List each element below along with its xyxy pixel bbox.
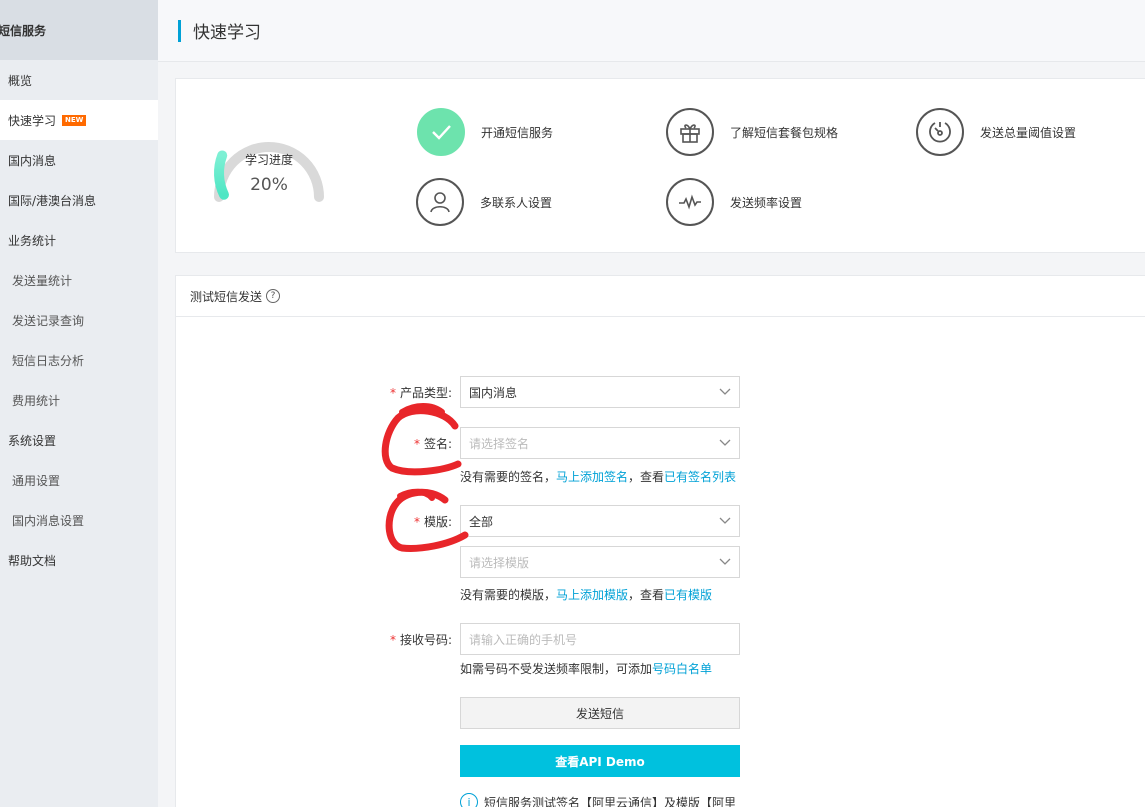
sidebar-item-domestic[interactable]: 国内消息 — [0, 140, 158, 180]
help-icon[interactable]: ? — [266, 289, 281, 303]
user-icon — [416, 178, 464, 226]
step-label: 发送频率设置 — [730, 195, 803, 210]
template-placeholder: 请选择模版 — [469, 555, 530, 570]
template-label: * 模版: — [413, 515, 452, 529]
title-accent-bar — [178, 19, 181, 42]
sidebar-nav: 概览 快速学习 NEW 国内消息 国际/港澳台消息 业务统计 发送量统计 发送记录… — [0, 60, 158, 580]
check-icon — [417, 108, 465, 156]
product-type-label: * 产品类型: — [389, 386, 452, 400]
sidebar-item-quick-learn[interactable]: 快速学习 NEW — [0, 100, 158, 140]
sidebar-item-help-docs[interactable]: 帮助文档 — [0, 540, 158, 580]
sidebar-item-system-settings[interactable]: 系统设置 — [0, 420, 158, 460]
sidebar-item-label: 国际/港澳台消息 — [8, 193, 97, 208]
panel-title-text: 测试短信发送 — [190, 289, 263, 304]
signature-list-link[interactable]: 已有签名列表 — [664, 470, 736, 484]
info-icon: i — [460, 793, 478, 807]
sidebar-item-send-volume[interactable]: 发送量统计 — [0, 260, 158, 300]
sidebar-item-label: 国内消息 — [8, 153, 57, 168]
panel-title: 测试短信发送 ? — [176, 276, 1145, 317]
progress-gauge: 学习进度 20% — [209, 123, 329, 203]
signature-select[interactable]: 请选择签名 — [460, 427, 740, 459]
chevron-down-icon — [719, 439, 731, 446]
whitelist-link[interactable]: 号码白名单 — [652, 662, 712, 676]
step-frequency[interactable]: 发送频率设置 — [666, 178, 802, 226]
product-type-select[interactable]: 国内消息 — [460, 376, 740, 408]
signature-placeholder: 请选择签名 — [469, 436, 530, 451]
required-mark: * — [389, 633, 396, 647]
chevron-down-icon — [719, 558, 731, 565]
sidebar-item-label: 通用设置 — [12, 473, 61, 488]
add-template-link[interactable]: 马上添加模版 — [556, 588, 628, 602]
sidebar-item-cost-stats[interactable]: 费用统计 — [0, 380, 158, 420]
step-label: 了解短信套餐包规格 — [730, 125, 839, 140]
sidebar-header: 短信服务 — [0, 0, 158, 60]
signature-hint: 没有需要的签名，马上添加签名，查看已有签名列表 — [460, 470, 737, 484]
new-badge: NEW — [62, 114, 87, 126]
signature-label: * 签名: — [413, 437, 452, 451]
gift-icon — [666, 108, 714, 156]
template-type-select[interactable]: 全部 — [460, 505, 740, 537]
required-mark: * — [413, 437, 420, 451]
required-mark: * — [389, 386, 396, 400]
step-threshold[interactable]: 发送总量阈值设置 — [916, 108, 1076, 156]
notice-text: 短信服务测试签名【阿里云通信】及模版【阿里 — [484, 795, 737, 807]
phone-label: * 接收号码: — [389, 633, 452, 647]
page-header: 快速学习 — [158, 0, 1145, 62]
sidebar-item-label: 快速学习 — [8, 113, 57, 128]
step-contacts[interactable]: 多联系人设置 — [416, 178, 552, 226]
phone-placeholder: 请输入正确的手机号 — [469, 632, 578, 647]
sidebar-header-title: 短信服务 — [0, 23, 47, 38]
sidebar-item-send-records[interactable]: 发送记录查询 — [0, 300, 158, 340]
sidebar-item-label: 短信日志分析 — [12, 353, 85, 368]
test-notice: i 短信服务测试签名【阿里云通信】及模版【阿里 — [460, 793, 736, 807]
chevron-down-icon — [719, 517, 731, 524]
chevron-down-icon — [719, 388, 731, 395]
required-mark: * — [413, 515, 420, 529]
sidebar-item-label: 发送记录查询 — [12, 313, 85, 328]
sidebar-item-overview[interactable]: 概览 — [0, 60, 158, 100]
template-list-link[interactable]: 已有模版 — [664, 588, 712, 602]
sidebar-item-international[interactable]: 国际/港澳台消息 — [0, 180, 158, 220]
sidebar-item-label: 概览 — [8, 73, 33, 88]
sidebar-item-log-analysis[interactable]: 短信日志分析 — [0, 340, 158, 380]
test-sms-panel: 测试短信发送 ? * 产品类型: 国内消息 * 签名: 请选择签名 没有需要的签名，… — [175, 275, 1145, 807]
sidebar-item-label: 业务统计 — [8, 233, 57, 248]
sidebar-item-label: 费用统计 — [12, 393, 61, 408]
step-label: 多联系人设置 — [480, 195, 553, 210]
sidebar-item-general-settings[interactable]: 通用设置 — [0, 460, 158, 500]
template-select[interactable]: 请选择模版 — [460, 546, 740, 578]
step-label: 发送总量阈值设置 — [980, 125, 1077, 140]
step-label: 开通短信服务 — [481, 125, 554, 140]
product-type-value: 国内消息 — [469, 385, 518, 400]
step-open-service[interactable]: 开通短信服务 — [417, 108, 553, 156]
template-type-value: 全部 — [469, 514, 494, 529]
template-hint: 没有需要的模版，马上添加模版，查看已有模版 — [460, 588, 713, 602]
sidebar-item-label: 国内消息设置 — [12, 513, 85, 528]
gauge-icon — [916, 108, 964, 156]
sidebar-item-label: 系统设置 — [8, 433, 57, 448]
step-package-spec[interactable]: 了解短信套餐包规格 — [666, 108, 838, 156]
phone-input[interactable]: 请输入正确的手机号 — [460, 623, 740, 655]
api-demo-button[interactable]: 查看API Demo — [460, 745, 740, 777]
phone-hint: 如需号码不受发送频率限制，可添加号码白名单 — [460, 662, 713, 676]
progress-value: 20% — [250, 175, 288, 195]
learning-guide-card: 学习进度 20% 开通短信服务 了解短信套餐包规格 发送总量阈值设置 多联系人设… — [175, 78, 1145, 253]
progress-label: 学习进度 — [244, 153, 293, 167]
sidebar-item-domestic-settings[interactable]: 国内消息设置 — [0, 500, 158, 540]
sidebar-item-business-stats[interactable]: 业务统计 — [0, 220, 158, 260]
add-signature-link[interactable]: 马上添加签名 — [556, 470, 628, 484]
sidebar: 短信服务 概览 快速学习 NEW 国内消息 国际/港澳台消息 业务统计 发送量统计… — [0, 0, 158, 807]
sidebar-item-label: 帮助文档 — [8, 553, 57, 568]
sidebar-item-label: 发送量统计 — [12, 273, 73, 288]
pulse-icon — [666, 178, 714, 226]
page-title: 快速学习 — [193, 23, 261, 43]
send-sms-button[interactable]: 发送短信 — [460, 697, 740, 729]
